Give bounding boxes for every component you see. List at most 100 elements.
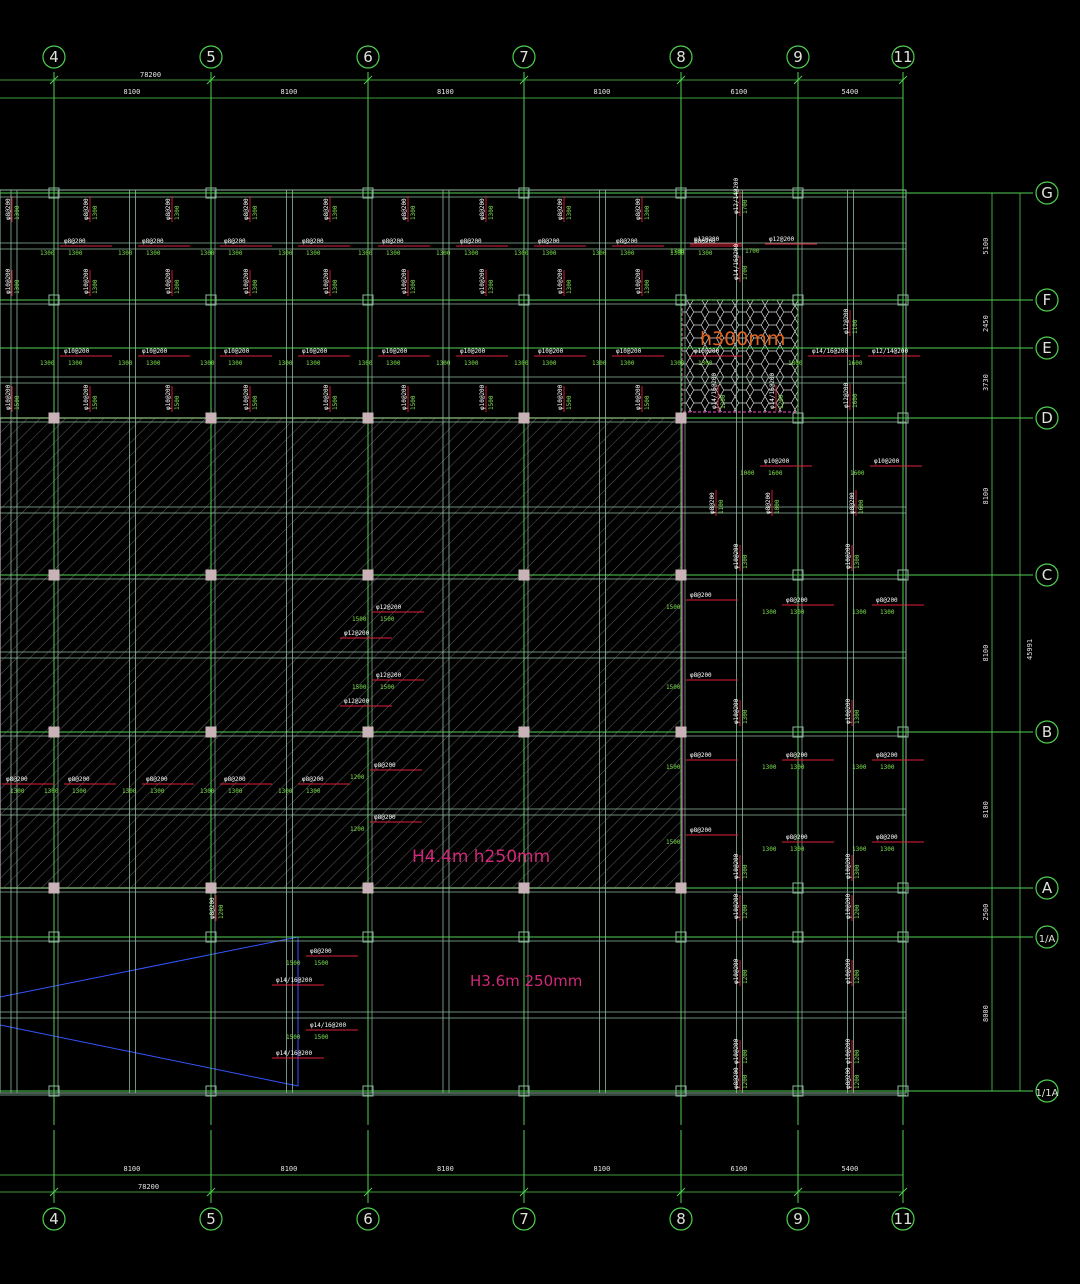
right-total-dim: 45991 [1026, 639, 1034, 660]
rebar-label: φ10@200 [557, 384, 564, 410]
rebar-length: 1100 [718, 499, 725, 514]
thick-slab-label: h300mm [700, 328, 785, 350]
axis-bubble-7: 7 [512, 45, 536, 69]
rebar-length: 1300 [72, 788, 87, 795]
column [518, 569, 530, 581]
rebar-length: 1500 [410, 395, 417, 410]
rebar-label: φ10@200 [557, 268, 564, 294]
rebar-length: 1500 [92, 395, 99, 410]
rebar-label: φ8@200 [224, 238, 246, 245]
rebar-label: φ10@200 [733, 1038, 740, 1064]
axis-bubble-label: D [1041, 409, 1053, 427]
rebar-length: 1500 [666, 764, 681, 771]
rebar-label: φ14/16@200 [310, 1022, 347, 1029]
axis-bubble-label: 7 [519, 48, 529, 66]
rebar-length: 1500 [286, 1034, 301, 1041]
rebar-label: φ8@200 [690, 672, 712, 679]
rebar-label: φ14/16@200 [276, 977, 313, 984]
rebar-length: 1300 [14, 205, 21, 220]
rebar-length: 1300 [854, 709, 861, 724]
rebar-length: 1200 [778, 394, 785, 409]
axis-bubble-row-G: G [1035, 181, 1059, 205]
axis-bubble-label: 1/1A [1036, 1088, 1059, 1099]
column [518, 412, 530, 424]
rebar-length: 1300 [122, 788, 137, 795]
rebar-label: φ10@200 [845, 853, 852, 879]
rebar-label: φ10@200 [764, 458, 790, 465]
rebar-length: 1300 [488, 279, 495, 294]
rebar-length: 1300 [228, 360, 243, 367]
bottom-span-dim: 5400 [842, 1165, 859, 1173]
rebar-length: 1200 [854, 1049, 861, 1064]
rebar-length: 1300 [118, 250, 133, 257]
rebar-label: φ10@200 [302, 348, 328, 355]
column [48, 412, 60, 424]
axis-bubble-11: 11 [891, 45, 915, 69]
top-span-dim: 8100 [281, 88, 298, 96]
rebar-length: 1300 [698, 250, 713, 257]
rebar-label: φ8@200 [616, 238, 638, 245]
rebar-label: φ10@200 [479, 384, 486, 410]
rebar-length: 1500 [666, 684, 681, 691]
rebar-label: φ10@200 [616, 348, 642, 355]
rebar-length: 1300 [880, 609, 895, 616]
rebar-label: φ8@200 [302, 238, 324, 245]
rebar-label: φ10@200 [845, 1038, 852, 1064]
axis-bubble-label: 11 [893, 48, 912, 66]
bottom-span-dim: 8100 [437, 1165, 454, 1173]
rebar-length: 1300 [306, 788, 321, 795]
rebar-length: 1300 [670, 360, 685, 367]
column [518, 882, 530, 894]
rebar-length: 1300 [92, 279, 99, 294]
rebar-label: φ8@200 [786, 597, 808, 604]
rebar-length: 1300 [592, 360, 607, 367]
rebar-length: 1300 [790, 609, 805, 616]
rebar-label: φ10@200 [845, 893, 852, 919]
axis-bubble-row-E: E [1035, 336, 1059, 360]
rebar-label: φ10@200 [733, 698, 740, 724]
rebar-length: 1300 [278, 788, 293, 795]
axis-bubble-label: F [1043, 291, 1052, 309]
rebar-length: 1300 [762, 609, 777, 616]
column [362, 882, 374, 894]
rebar-label: φ8@200 [786, 834, 808, 841]
rebar-length: 1200 [742, 1049, 749, 1064]
axis-bubble-7: 7 [512, 1207, 536, 1231]
axis-bubble-9: 9 [786, 45, 810, 69]
rebar-label: φ8@200 [6, 776, 28, 783]
axis-bubble-row-A: A [1035, 876, 1059, 900]
column [518, 726, 530, 738]
rebar-label: φ8@200 [374, 814, 396, 821]
rebar-label: φ14/16@200 [276, 1050, 313, 1057]
rebar-length: 1300 [92, 205, 99, 220]
rebar-label: φ8@200 [323, 198, 330, 220]
rebar-length: 1500 [314, 1034, 329, 1041]
rebar-length: 1300 [386, 360, 401, 367]
rebar-length: 1300 [644, 205, 651, 220]
rebar-label: φ8@200 [209, 897, 216, 919]
column [675, 569, 687, 581]
rebar-length: 1300 [880, 846, 895, 853]
rebar-length: 1300 [620, 250, 635, 257]
bottom-span-dim: 8100 [281, 1165, 298, 1173]
rebar-label: φ8@200 [538, 238, 560, 245]
axis-bubble-6: 6 [356, 1207, 380, 1231]
rebar-length: 1300 [762, 764, 777, 771]
rebar-length: 1500 [380, 616, 395, 623]
axis-bubble-label: B [1042, 723, 1052, 741]
rebar-label: φ10@200 [323, 384, 330, 410]
rebar-length: 1300 [790, 764, 805, 771]
rebar-label: φ8@200 [243, 198, 250, 220]
rebar-length: 1300 [566, 205, 573, 220]
right-span-dim: 3730 [982, 374, 990, 391]
rebar-length: 1300 [542, 360, 557, 367]
rebar-label: φ10@200 [538, 348, 564, 355]
rebar-length: 1300 [146, 250, 161, 257]
axis-bubble-label: 8 [676, 1210, 686, 1228]
rebar-length: 1300 [436, 360, 451, 367]
rebar-length: 1300 [44, 788, 59, 795]
rebar-length: 1300 [40, 360, 55, 367]
axis-bubble-label: 5 [206, 1210, 216, 1228]
rebar-length: 1200 [742, 904, 749, 919]
rebar-length: 1500 [14, 395, 21, 410]
